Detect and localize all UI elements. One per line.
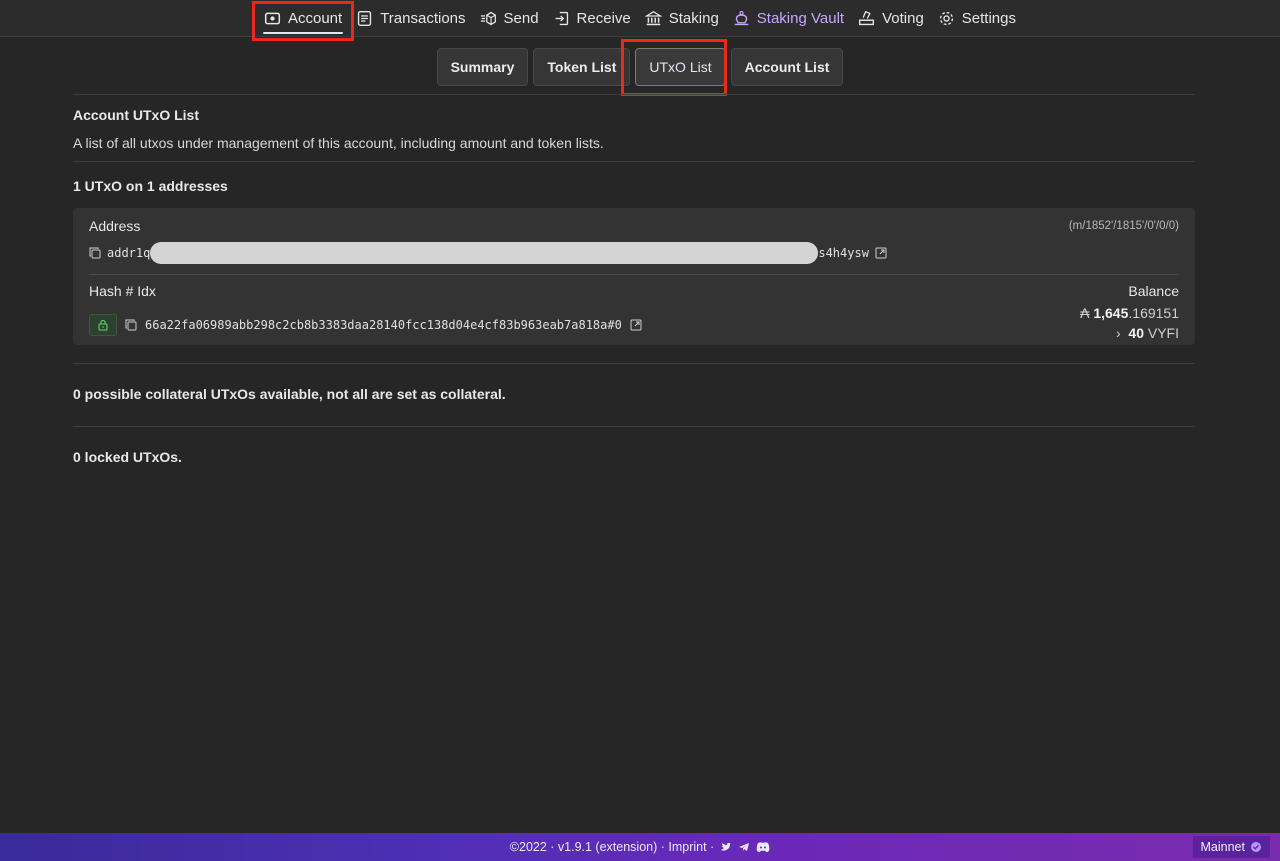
gear-icon <box>939 11 953 25</box>
token-amount: 40 <box>1128 325 1144 341</box>
nav-account-label: Account <box>287 9 343 27</box>
nav-voting-label: Voting <box>882 9 924 27</box>
balance-label: Balance <box>1128 283 1179 299</box>
token-line: › 40 VYFI <box>1080 325 1179 341</box>
network-label: Mainnet <box>1200 840 1245 854</box>
footer-text: ©2022 · v1.9.1 (extension) · Imprint · <box>509 840 715 854</box>
address-label: Address <box>89 218 141 234</box>
ballot-icon <box>859 10 875 25</box>
lock-toggle-button[interactable] <box>89 314 117 336</box>
nav-transactions-label: Transactions <box>380 9 466 27</box>
nav-staking-vault[interactable]: Staking Vault <box>726 0 851 37</box>
hash-idx-label: Hash # Idx <box>89 283 156 299</box>
nav-receive-label: Receive <box>576 9 631 27</box>
divider <box>73 426 1195 427</box>
external-link-icon[interactable] <box>630 319 642 331</box>
utxo-card: Address (m/1852'/1815'/0'/0/0) addr1q s4… <box>73 208 1195 345</box>
top-nav: Account Transactions Send Receive Stakin… <box>0 0 1280 37</box>
send-icon <box>480 11 496 25</box>
tab-account-list[interactable]: Account List <box>730 48 844 86</box>
check-badge-icon <box>1251 842 1261 852</box>
page-description: A list of all utxos under management of … <box>73 135 604 151</box>
nav-transactions[interactable]: Transactions <box>349 0 472 37</box>
nav-staking-label: Staking <box>668 9 719 27</box>
balance-value: ₳ 1,645.169151 › 40 VYFI <box>1080 305 1179 341</box>
nav-settings[interactable]: Settings <box>931 0 1023 37</box>
card-divider <box>89 274 1179 275</box>
nav-voting[interactable]: Voting <box>851 0 931 37</box>
locked-text: 0 locked UTxOs. <box>73 449 182 465</box>
external-link-icon[interactable] <box>875 247 887 259</box>
copy-icon[interactable] <box>89 247 101 259</box>
token-name: VYFI <box>1147 325 1179 341</box>
derivation-path: (m/1852'/1815'/0'/0/0) <box>1068 220 1179 232</box>
copy-icon[interactable] <box>125 319 137 331</box>
wallet-icon <box>264 12 281 24</box>
nav-staking[interactable]: Staking <box>638 0 726 37</box>
subtabs: Summary Token List UTxO List Account Lis… <box>0 48 1280 86</box>
utxo-count: 1 UTxO on 1 addresses <box>73 178 228 194</box>
nav-settings-label: Settings <box>961 9 1016 27</box>
divider <box>73 94 1195 95</box>
list-icon <box>358 10 372 26</box>
address-prefix[interactable]: addr1q <box>107 246 150 260</box>
discord-icon[interactable] <box>756 841 770 853</box>
ada-whole: 1,645 <box>1093 305 1129 321</box>
utxo-row: 66a22fa06989abb298c2cb8b3383daa28140fcc1… <box>89 305 1179 341</box>
divider <box>73 363 1195 364</box>
tab-summary[interactable]: Summary <box>436 48 529 86</box>
bank-icon <box>644 10 662 25</box>
main-content: Account UTxO List A list of all utxos un… <box>73 94 1195 489</box>
tab-utxo-list[interactable]: UTxO List <box>635 48 726 86</box>
address-line: addr1q s4h4ysw <box>89 242 1179 264</box>
page-title: Account UTxO List <box>73 107 200 123</box>
nav-receive[interactable]: Receive <box>546 0 638 37</box>
utxo-hash[interactable]: 66a22fa06989abb298c2cb8b3383daa28140fcc1… <box>145 318 622 332</box>
twitter-icon[interactable] <box>720 841 732 853</box>
telegram-icon[interactable] <box>738 841 750 853</box>
nav-account[interactable]: Account <box>257 0 349 37</box>
nav-send-label: Send <box>503 9 539 27</box>
tab-token-list[interactable]: Token List <box>533 48 631 86</box>
ada-symbol: ₳ <box>1080 305 1090 321</box>
redacted-address <box>150 242 819 264</box>
token-arrow[interactable]: › <box>1116 325 1121 341</box>
receive-icon <box>555 11 568 25</box>
nav-staking-vault-label: Staking Vault <box>756 9 845 27</box>
lock-icon <box>98 319 108 331</box>
footer: ©2022 · v1.9.1 (extension) · Imprint · <box>0 833 1280 861</box>
vault-icon <box>734 10 749 25</box>
ada-fraction: .169151 <box>1128 305 1179 321</box>
network-badge[interactable]: Mainnet <box>1192 836 1270 858</box>
address-suffix[interactable]: s4h4ysw <box>818 246 869 260</box>
divider <box>73 161 1195 162</box>
collateral-text: 0 possible collateral UTxOs available, n… <box>73 386 506 402</box>
nav-send[interactable]: Send <box>473 0 546 37</box>
